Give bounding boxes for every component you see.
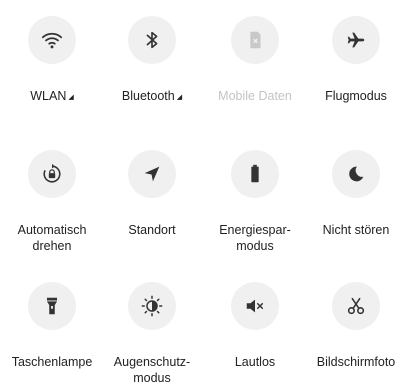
tile-auto-rotate-label: Automatisch drehen [17, 223, 87, 253]
tile-mute-button[interactable] [231, 282, 279, 330]
bluetooth-icon [146, 31, 158, 49]
tile-mute[interactable]: Lautlos [204, 282, 306, 370]
tile-flashlight[interactable]: Taschenlampe [1, 282, 103, 370]
tile-do-not-disturb-label: Nicht stören [322, 223, 390, 237]
tile-bluetooth-button[interactable] [128, 16, 176, 64]
tile-do-not-disturb-button[interactable] [332, 150, 380, 198]
tile-mobile-data[interactable]: Mobile Daten [204, 16, 306, 104]
tile-flashlight-label: Taschenlampe [11, 355, 93, 369]
tile-mobile-data-label: Mobile Daten [218, 89, 292, 103]
tile-power-saving-label: Energiespar- modus [219, 223, 291, 253]
tile-wlan-button[interactable] [28, 16, 76, 64]
tile-screenshot-button[interactable] [332, 282, 380, 330]
tile-location[interactable]: Standort [101, 150, 203, 238]
tile-wlan-label: WLAN ◢ [30, 89, 74, 103]
tile-mobile-data-button[interactable] [231, 16, 279, 64]
tile-do-not-disturb[interactable]: Nicht stören [305, 150, 406, 238]
quick-settings-panel: WLAN ◢ Bluetooth ◢ Mobile Daten Flugmodus [0, 0, 406, 386]
tile-location-button[interactable] [128, 150, 176, 198]
tile-eye-comfort-label: Augenschutz- modus [113, 355, 191, 385]
wifi-icon [41, 32, 63, 49]
eye-comfort-sun-icon [141, 295, 163, 317]
tile-wlan[interactable]: WLAN ◢ [1, 16, 103, 106]
flashlight-icon [46, 297, 58, 315]
tile-power-saving-button[interactable] [231, 150, 279, 198]
tile-bluetooth-label: Bluetooth ◢ [121, 89, 183, 103]
tile-flashlight-button[interactable] [28, 282, 76, 330]
caret-icon: ◢ [68, 94, 74, 101]
tile-eye-comfort-button[interactable] [128, 282, 176, 330]
mute-speaker-icon [246, 299, 264, 313]
tile-screenshot[interactable]: Bildschirmfoto [305, 282, 406, 370]
tile-eye-comfort[interactable]: Augenschutz- modus [101, 282, 203, 386]
sim-card-icon [250, 31, 261, 49]
tile-airplane-button[interactable] [332, 16, 380, 64]
moon-icon [349, 166, 364, 182]
tile-mute-label: Lautlos [234, 355, 276, 369]
tile-airplane-label: Flugmodus [325, 89, 387, 103]
tile-auto-rotate-button[interactable] [28, 150, 76, 198]
battery-icon [251, 164, 259, 183]
tile-bluetooth[interactable]: Bluetooth ◢ [101, 16, 203, 106]
auto-rotate-icon [43, 163, 61, 183]
scissors-icon [347, 297, 365, 315]
caret-icon: ◢ [176, 94, 183, 101]
airplane-icon [347, 32, 365, 48]
tile-airplane[interactable]: Flugmodus [305, 16, 406, 104]
tile-power-saving[interactable]: Energiespar- modus [204, 150, 306, 254]
tile-location-label: Standort [128, 223, 176, 237]
tile-screenshot-label: Bildschirmfoto [316, 355, 396, 369]
tile-auto-rotate[interactable]: Automatisch drehen [1, 150, 103, 254]
location-arrow-icon [144, 166, 160, 182]
